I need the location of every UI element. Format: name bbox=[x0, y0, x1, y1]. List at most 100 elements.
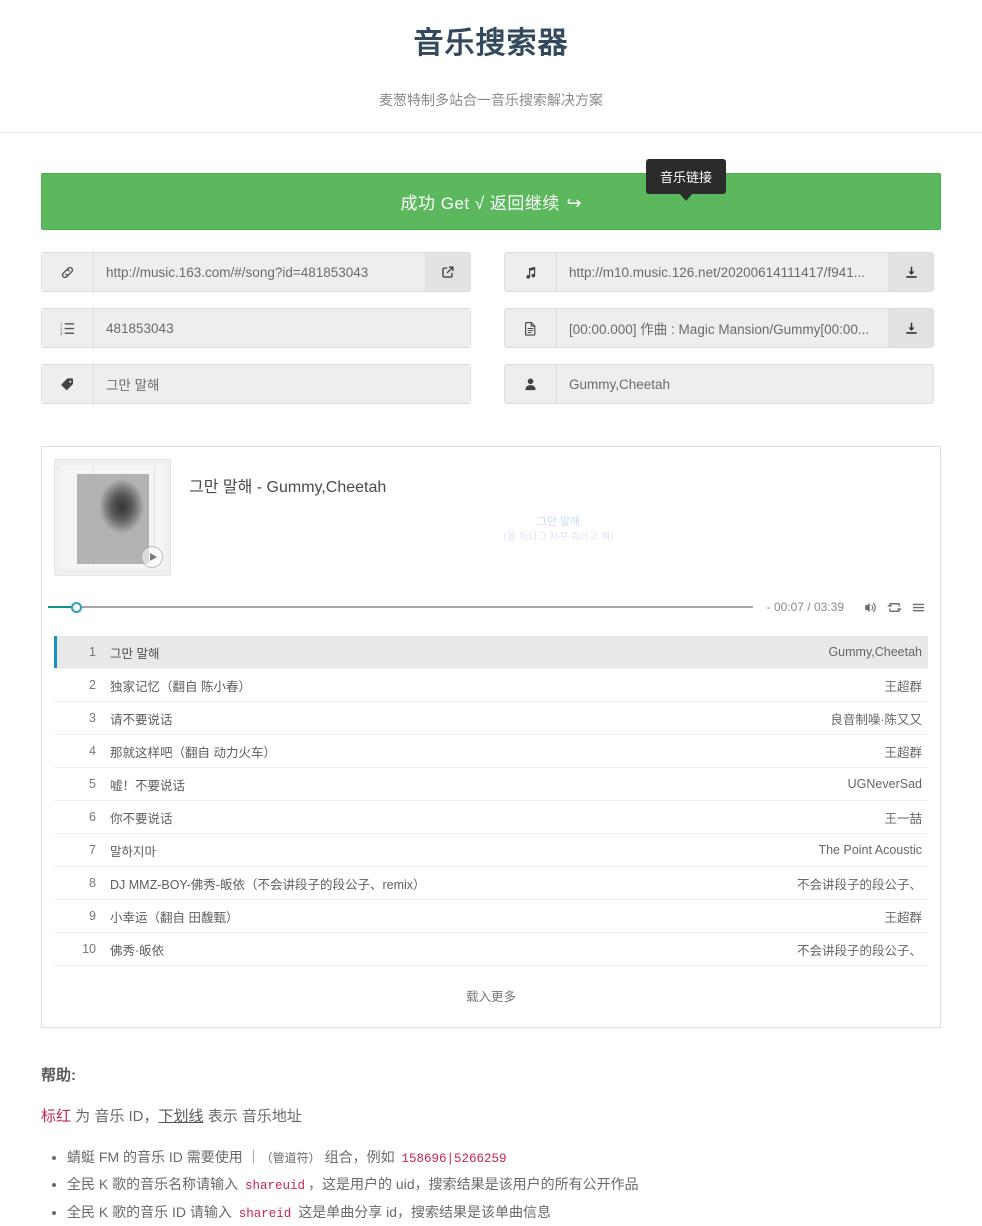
row-song-name: 请不要说话 bbox=[110, 712, 173, 727]
row-artist: 不会讲段子的段公子、 bbox=[796, 943, 922, 958]
song-name-value[interactable]: 그만 말해 bbox=[93, 364, 471, 404]
item-code: 158696|5266259 bbox=[401, 1152, 507, 1166]
row-song-name: 你不要说话 bbox=[110, 811, 173, 826]
row-song-name: 独家记忆（翻自 陈小春） bbox=[110, 679, 251, 694]
music-link-tooltip: 音乐链接 bbox=[645, 159, 726, 201]
row-index: 9 bbox=[89, 909, 96, 923]
row-index: 7 bbox=[89, 843, 96, 857]
item-post: 这是单曲分享 id，搜索结果是该单曲信息 bbox=[294, 1203, 551, 1220]
tag-icon bbox=[41, 364, 93, 404]
page-header: 音乐搜索器 麦葱特制多站合一音乐搜索解决方案 bbox=[0, 0, 982, 133]
legend-mid-2: 表示 音乐地址 bbox=[203, 1108, 302, 1125]
lyrics-group: [00:00.000] 作曲 : Magic Mansion/Gummy[00:… bbox=[504, 308, 934, 348]
row-index: 3 bbox=[89, 711, 96, 725]
music-note-icon bbox=[504, 252, 556, 292]
row-song-name: 那就这样吧（翻自 动力火车） bbox=[110, 745, 276, 760]
table-row[interactable]: 9 小幸运（翻自 田馥甄） 王超群 bbox=[54, 900, 928, 933]
row-index: 10 bbox=[82, 942, 96, 956]
table-row[interactable]: 10 佛秀·皈依 不会讲段子的段公子、 bbox=[54, 933, 928, 966]
song-id-group: 1 2 3 481853043 bbox=[41, 308, 471, 348]
download-icon[interactable] bbox=[888, 252, 934, 292]
row-song-name: 그만 말해 bbox=[110, 646, 160, 661]
music-file-url-group: http://m10.music.126.net/20200614111417/… bbox=[504, 252, 934, 292]
artist-value[interactable]: Gummy,Cheetah bbox=[556, 364, 934, 404]
help-title: 帮助: bbox=[41, 1067, 76, 1084]
row-artist: 王超群 bbox=[884, 745, 922, 760]
music-file-url-value[interactable]: http://m10.music.126.net/20200614111417/… bbox=[556, 252, 888, 292]
progress-track bbox=[48, 606, 753, 608]
help-legend: 标红 为 音乐 ID，下划线 表示 音乐地址 bbox=[41, 1105, 941, 1126]
table-row[interactable]: 5 嘘！不要说话 UGNeverSad bbox=[54, 768, 928, 801]
legend-mid-1: 为 音乐 ID， bbox=[71, 1108, 159, 1125]
user-icon bbox=[504, 364, 556, 404]
repeat-icon[interactable] bbox=[887, 600, 902, 615]
row-song-name: DJ MMZ-BOY-佛秀-皈依（不会讲段子的段公子、remix） bbox=[110, 877, 426, 892]
table-row[interactable]: 1 그만 말해 Gummy,Cheetah bbox=[54, 636, 928, 669]
legend-underline-word: 下划线 bbox=[158, 1108, 204, 1125]
album-art[interactable] bbox=[54, 459, 171, 576]
volume-icon[interactable] bbox=[863, 600, 878, 615]
song-page-url-value[interactable]: http://music.163.com/#/song?id=481853043 bbox=[93, 252, 425, 292]
row-index: 4 bbox=[89, 744, 96, 758]
row-artist: 王超群 bbox=[884, 910, 922, 925]
page-subtitle: 麦葱特制多站合一音乐搜索解决方案 bbox=[379, 92, 603, 108]
item-mid: 组合，例如 bbox=[320, 1149, 399, 1165]
list-item: 蜻蜓 FM 的音乐 ID 需要使用 ｜（管道符） 组合，例如 158696|52… bbox=[67, 1144, 941, 1171]
row-artist: The Point Acoustic bbox=[818, 843, 922, 857]
row-index: 1 bbox=[89, 645, 96, 659]
table-row[interactable]: 8 DJ MMZ-BOY-佛秀-皈依（不会讲段子的段公子、remix） 不会讲段… bbox=[54, 867, 928, 900]
progress-bar[interactable] bbox=[48, 597, 753, 617]
success-banner-label: 成功 Get √ 返回继续 bbox=[400, 194, 560, 213]
page-title: 音乐搜索器 bbox=[413, 27, 569, 60]
row-index: 5 bbox=[89, 777, 96, 791]
return-arrow-icon: ↩ bbox=[565, 193, 582, 213]
download-icon[interactable] bbox=[888, 308, 934, 348]
table-row[interactable]: 2 独家记忆（翻自 陈小春） 王超群 bbox=[54, 669, 928, 702]
item-code: shareid bbox=[238, 1206, 292, 1221]
row-artist: 王一喆 bbox=[884, 811, 922, 826]
item-pre: 全民 K 歌的音乐名称请输入 bbox=[67, 1176, 243, 1193]
row-artist: UGNeverSad bbox=[847, 777, 922, 791]
lyric-current-line: 그만 말해 bbox=[536, 516, 581, 528]
table-row[interactable]: 3 请不要说话 良音制噪·陈又又 bbox=[54, 702, 928, 735]
main-container: 成功 Get √ 返回继续 ↩ 音乐链接 http://music.163.com… bbox=[41, 133, 941, 1226]
playlist: 1 그만 말해 Gummy,Cheetah 2 独家记忆（翻自 陈小春） 王超群… bbox=[54, 636, 928, 1027]
load-more-button[interactable]: 载入更多 bbox=[54, 966, 928, 1027]
table-row[interactable]: 7 말하지마 The Point Acoustic bbox=[54, 834, 928, 867]
row-artist: 王超群 bbox=[884, 679, 922, 694]
help-list: 蜻蜓 FM 的音乐 ID 需要使用 ｜（管道符） 组合，例如 158696|52… bbox=[41, 1144, 941, 1226]
item-code: shareuid bbox=[245, 1179, 306, 1194]
music-player-card: 그만 말해 - Gummy,Cheetah 그만 말해 (을 하다그 자꾸 뭐라… bbox=[41, 446, 941, 1028]
tooltip-label: 音乐链接 bbox=[659, 170, 712, 185]
list-item: 全民 K 歌的音乐名称请输入 shareuid，这是用户的 uid，搜索结果是该… bbox=[67, 1171, 941, 1198]
table-row[interactable]: 6 你不要说话 王一喆 bbox=[54, 801, 928, 834]
item-note: （管道符） bbox=[260, 1151, 321, 1165]
table-row[interactable]: 4 那就这样吧（翻自 动力火车） 王超群 bbox=[54, 735, 928, 768]
player-controls: - 00:07 / 03:39 bbox=[42, 590, 940, 624]
row-song-name: 말하지마 bbox=[110, 844, 157, 859]
item-post: ，这是用户的 uid，搜索结果是该用户的所有公开作品 bbox=[308, 1176, 639, 1193]
playlist-menu-icon[interactable] bbox=[911, 600, 926, 615]
item-pre: 蜻蜓 FM 的音乐 ID 需要使用 ｜ bbox=[67, 1149, 261, 1165]
list-item: 全民 K 歌的音乐 ID 请输入 shareid 这是单曲分享 id，搜索结果是… bbox=[67, 1199, 941, 1226]
song-page-url-group: http://music.163.com/#/song?id=481853043 bbox=[41, 252, 471, 292]
fields-right-column: http://m10.music.126.net/20200614111417/… bbox=[504, 252, 934, 420]
lyrics-value[interactable]: [00:00.000] 作曲 : Magic Mansion/Gummy[00:… bbox=[556, 308, 888, 348]
help-section: 帮助: 标红 为 音乐 ID，下划线 表示 音乐地址 蜻蜓 FM 的音乐 ID … bbox=[41, 1064, 941, 1226]
play-button-icon[interactable] bbox=[141, 546, 163, 568]
external-link-icon[interactable] bbox=[425, 252, 471, 292]
song-id-value[interactable]: 481853043 bbox=[93, 308, 471, 348]
success-banner[interactable]: 成功 Get √ 返回继续 ↩ bbox=[41, 173, 941, 230]
row-artist: Gummy,Cheetah bbox=[828, 645, 922, 659]
artist-group: Gummy,Cheetah bbox=[504, 364, 934, 404]
lyrics-display: 그만 말해 (을 하다그 자꾸 뭐라고 해) bbox=[189, 515, 928, 545]
row-artist: 良音制噪·陈又又 bbox=[830, 712, 922, 727]
row-index: 8 bbox=[89, 876, 96, 890]
album-photo bbox=[77, 474, 149, 564]
progress-handle[interactable] bbox=[71, 601, 83, 613]
player-top: 그만 말해 - Gummy,Cheetah 그만 말해 (을 하다그 자꾸 뭐라… bbox=[42, 447, 940, 576]
row-artist: 不会讲段子的段公子、 bbox=[796, 877, 922, 892]
track-title: 그만 말해 - Gummy,Cheetah bbox=[189, 479, 387, 496]
player-main: 그만 말해 - Gummy,Cheetah 그만 말해 (을 하다그 자꾸 뭐라… bbox=[171, 459, 928, 576]
legend-red-word: 标红 bbox=[41, 1108, 72, 1125]
